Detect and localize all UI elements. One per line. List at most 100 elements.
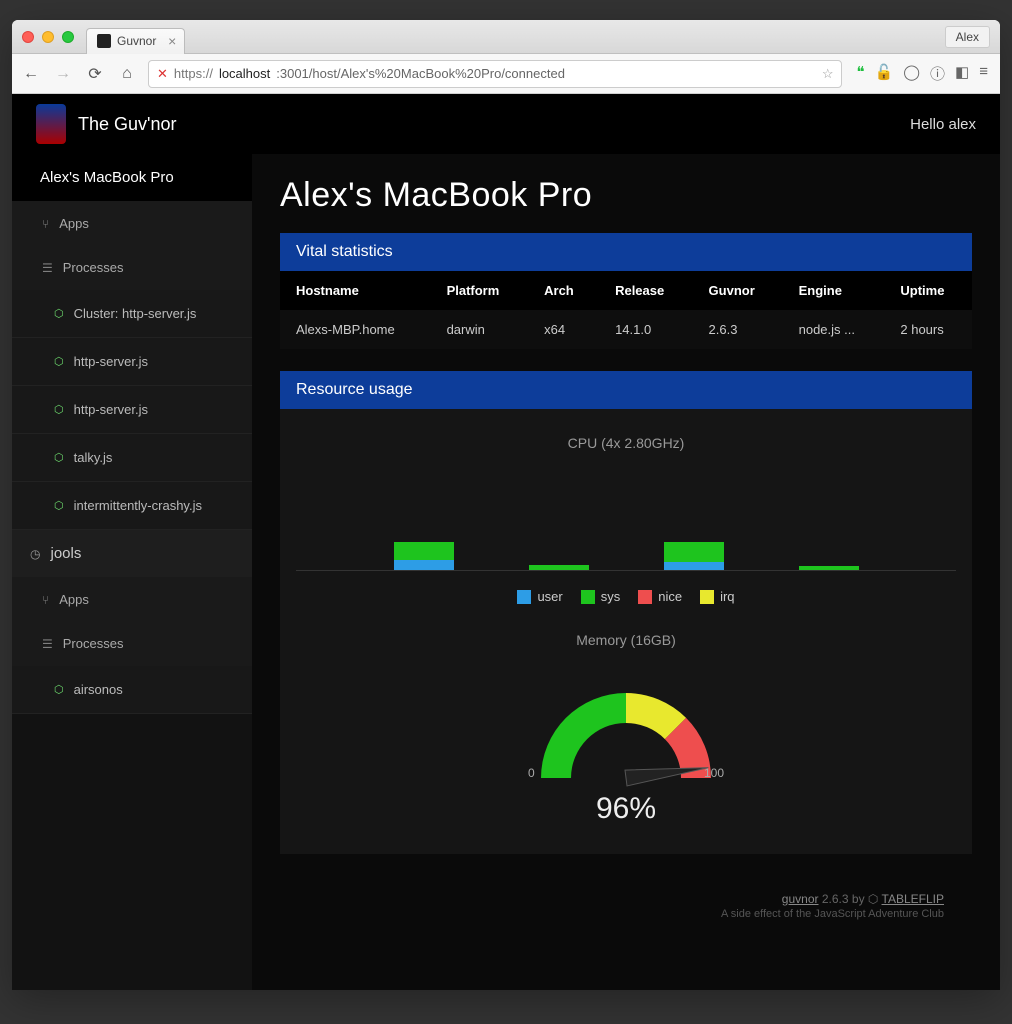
label: Apps <box>59 216 89 231</box>
legend-user: user <box>517 589 562 604</box>
sidebar-process-item[interactable]: ⬡ airsonos <box>12 666 252 714</box>
process-name: Cluster: http-server.js <box>74 306 197 321</box>
reload-button[interactable]: ⟳ <box>84 63 106 85</box>
profile-badge[interactable]: Alex <box>945 26 990 48</box>
legend-sys: sys <box>581 589 621 604</box>
col-header: Platform <box>431 271 529 310</box>
page-title: Alex's MacBook Pro <box>280 176 972 215</box>
favicon-icon <box>97 34 111 48</box>
cell: 2 hours <box>884 310 972 349</box>
app-header: The Guv'nor Hello alex <box>12 94 1000 154</box>
cpu-legend: user sys nice irq <box>296 589 956 604</box>
brand[interactable]: The Guv'nor <box>36 104 176 144</box>
back-button[interactable]: ← <box>20 63 42 85</box>
insecure-icon: ✕ <box>157 66 168 82</box>
legend-irq: irq <box>700 589 734 604</box>
cpu-core-bar <box>664 542 724 570</box>
table-row: Alexs-MBP.homedarwinx6414.1.02.6.3node.j… <box>280 310 972 349</box>
cell: darwin <box>431 310 529 349</box>
process-name: talky.js <box>74 450 113 465</box>
host-name: Alex's MacBook Pro <box>40 169 174 186</box>
sidebar-apps-2[interactable]: ⑂ Apps <box>12 578 252 622</box>
table-header-row: HostnamePlatformArchReleaseGuvnorEngineU… <box>280 271 972 310</box>
sidebar-host-jools[interactable]: ◷ jools <box>12 530 252 578</box>
label: Processes <box>63 636 124 651</box>
bookmark-icon[interactable]: ☆ <box>822 66 834 82</box>
sidebar-process-item[interactable]: ⬡ Cluster: http-server.js <box>12 290 252 338</box>
url-bar[interactable]: ✕ https:// localhost :3001/host/Alex's%2… <box>148 60 842 88</box>
app: The Guv'nor Hello alex Alex's MacBook Pr… <box>12 94 1000 990</box>
sidebar-apps[interactable]: ⑂ Apps <box>12 202 252 246</box>
sidebar-process-item[interactable]: ⬡http-server.js <box>12 338 252 386</box>
forward-button[interactable]: → <box>52 63 74 85</box>
cpu-chart <box>296 461 956 571</box>
vital-table: HostnamePlatformArchReleaseGuvnorEngineU… <box>280 271 972 349</box>
process-name: airsonos <box>74 682 123 697</box>
ubuntu-icon: ◷ <box>30 547 40 561</box>
browser-tab[interactable]: Guvnor × <box>86 28 185 54</box>
label: Apps <box>59 592 89 607</box>
ext-icon[interactable]: ◯ <box>903 63 920 84</box>
browser-toolbar: ← → ⟳ ⌂ ✕ https:// localhost :3001/host/… <box>12 54 1000 94</box>
panel-heading: Resource usage <box>280 371 972 409</box>
cell: node.js ... <box>783 310 885 349</box>
extension-icons: ❝ 🔓 ◯ ⓘ ◧ ≡ <box>852 63 992 84</box>
hex-icon: ⬡ <box>54 451 64 464</box>
sidebar-process-item[interactable]: ⬡ talky.js <box>12 434 252 482</box>
browser-titlebar: Guvnor × Alex <box>12 20 1000 54</box>
menu-icon[interactable]: ≡ <box>979 63 988 84</box>
footer-by: by <box>852 892 865 906</box>
cell: x64 <box>528 310 599 349</box>
close-tab-icon[interactable]: × <box>168 33 176 49</box>
ext-icon[interactable]: ⓘ <box>930 63 945 84</box>
sidebar-process-item[interactable]: ⬡intermittently-crashy.js <box>12 482 252 530</box>
sidebar-processes-2[interactable]: ☰ Processes <box>12 622 252 666</box>
panel-heading: Vital statistics <box>280 233 972 271</box>
gauge-min: 0 <box>528 766 535 780</box>
app-body: Alex's MacBook Pro ⑂ Apps ☰ Processes ⬡ C… <box>12 154 1000 990</box>
gauge-max: 100 <box>704 766 724 780</box>
hex-icon: ⬡ <box>54 403 64 416</box>
window-controls[interactable] <box>22 31 74 43</box>
bar-segment <box>394 560 454 570</box>
bar-segment <box>799 566 859 570</box>
processes-icon: ☰ <box>42 261 53 275</box>
cpu-core-bar <box>799 566 859 570</box>
url-protocol: https:// <box>174 66 213 81</box>
vital-panel: Vital statistics HostnamePlatformArchRel… <box>280 233 972 349</box>
hex-icon: ⬡ <box>54 683 64 696</box>
hex-icon: ⬡ <box>54 355 64 368</box>
ext-icon[interactable]: ❝ <box>856 63 864 84</box>
close-window-icon[interactable] <box>22 31 34 43</box>
sidebar-processes[interactable]: ☰ Processes <box>12 246 252 290</box>
home-button[interactable]: ⌂ <box>116 63 138 85</box>
cpu-core-bar <box>394 542 454 570</box>
minimize-window-icon[interactable] <box>42 31 54 43</box>
swatch-icon <box>581 590 595 604</box>
browser-window: Guvnor × Alex ← → ⟳ ⌂ ✕ https:// localho… <box>12 20 1000 990</box>
memory-chart: Memory (16GB) 0 100 <box>296 632 956 826</box>
footer: guvnor 2.6.3 by ⬡ TABLEFLIP A side effec… <box>280 876 972 936</box>
cell: 14.1.0 <box>599 310 692 349</box>
process-name: http-server.js <box>74 402 148 417</box>
label: Processes <box>63 260 124 275</box>
cell: Alexs-MBP.home <box>280 310 431 349</box>
cpu-chart-title: CPU (4x 2.80GHz) <box>296 435 956 451</box>
col-header: Engine <box>783 271 885 310</box>
brand-logo-icon <box>36 104 66 144</box>
memory-chart-title: Memory (16GB) <box>296 632 956 648</box>
sidebar-host-alex[interactable]: Alex's MacBook Pro <box>12 154 252 202</box>
maximize-window-icon[interactable] <box>62 31 74 43</box>
processes-icon: ☰ <box>42 637 53 651</box>
ext-icon[interactable]: ◧ <box>955 63 969 84</box>
apps-icon: ⑂ <box>42 217 49 231</box>
ext-icon[interactable]: 🔓 <box>875 63 894 84</box>
footer-app-link[interactable]: guvnor <box>782 892 819 906</box>
sidebar-process-item[interactable]: ⬡ http-server.js <box>12 386 252 434</box>
footer-author-link[interactable]: TABLEFLIP <box>882 892 944 906</box>
col-header: Uptime <box>884 271 972 310</box>
greeting[interactable]: Hello alex <box>910 116 976 133</box>
cpu-core-bar <box>529 565 589 570</box>
tab-title: Guvnor <box>117 34 156 48</box>
hex-icon: ⬡ <box>54 307 64 320</box>
